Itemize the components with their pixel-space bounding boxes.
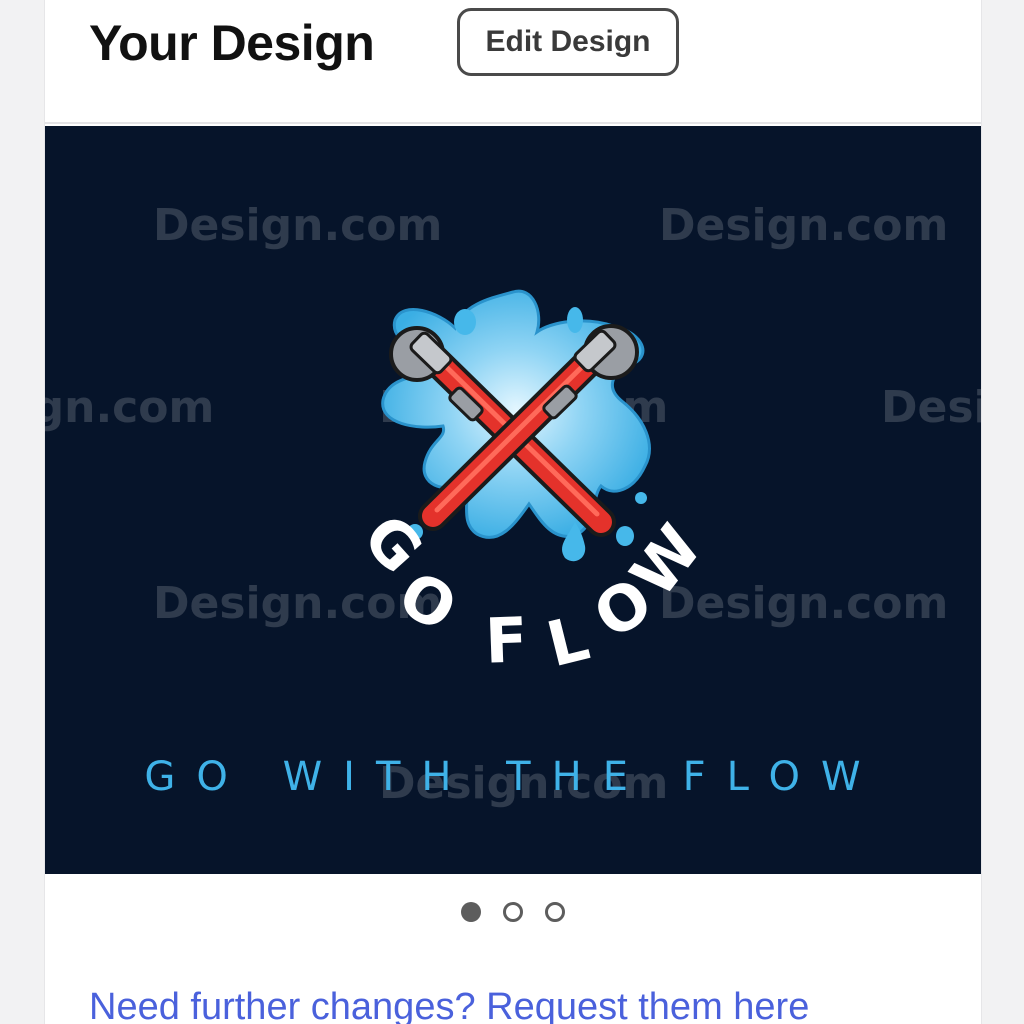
carousel-indicators (45, 900, 981, 924)
request-changes-link[interactable]: Need further changes? Request them here (89, 986, 809, 1024)
logo-letter: F (484, 603, 529, 677)
carousel-dot-1[interactable] (461, 902, 481, 922)
logo-tagline: GO WITH THE FLOW (144, 754, 882, 800)
edit-design-button[interactable]: Edit Design (457, 8, 679, 76)
design-preview-image[interactable]: Design.com Design.com Design.com Design.… (45, 126, 981, 874)
page-title: Your Design (89, 15, 375, 71)
logo-letter: L (540, 601, 596, 681)
carousel-dot-3[interactable] (545, 902, 565, 922)
design-card: Your Design Edit Design Design.com Desig… (44, 0, 982, 1024)
carousel-dot-2[interactable] (503, 902, 523, 922)
divider (45, 122, 981, 124)
